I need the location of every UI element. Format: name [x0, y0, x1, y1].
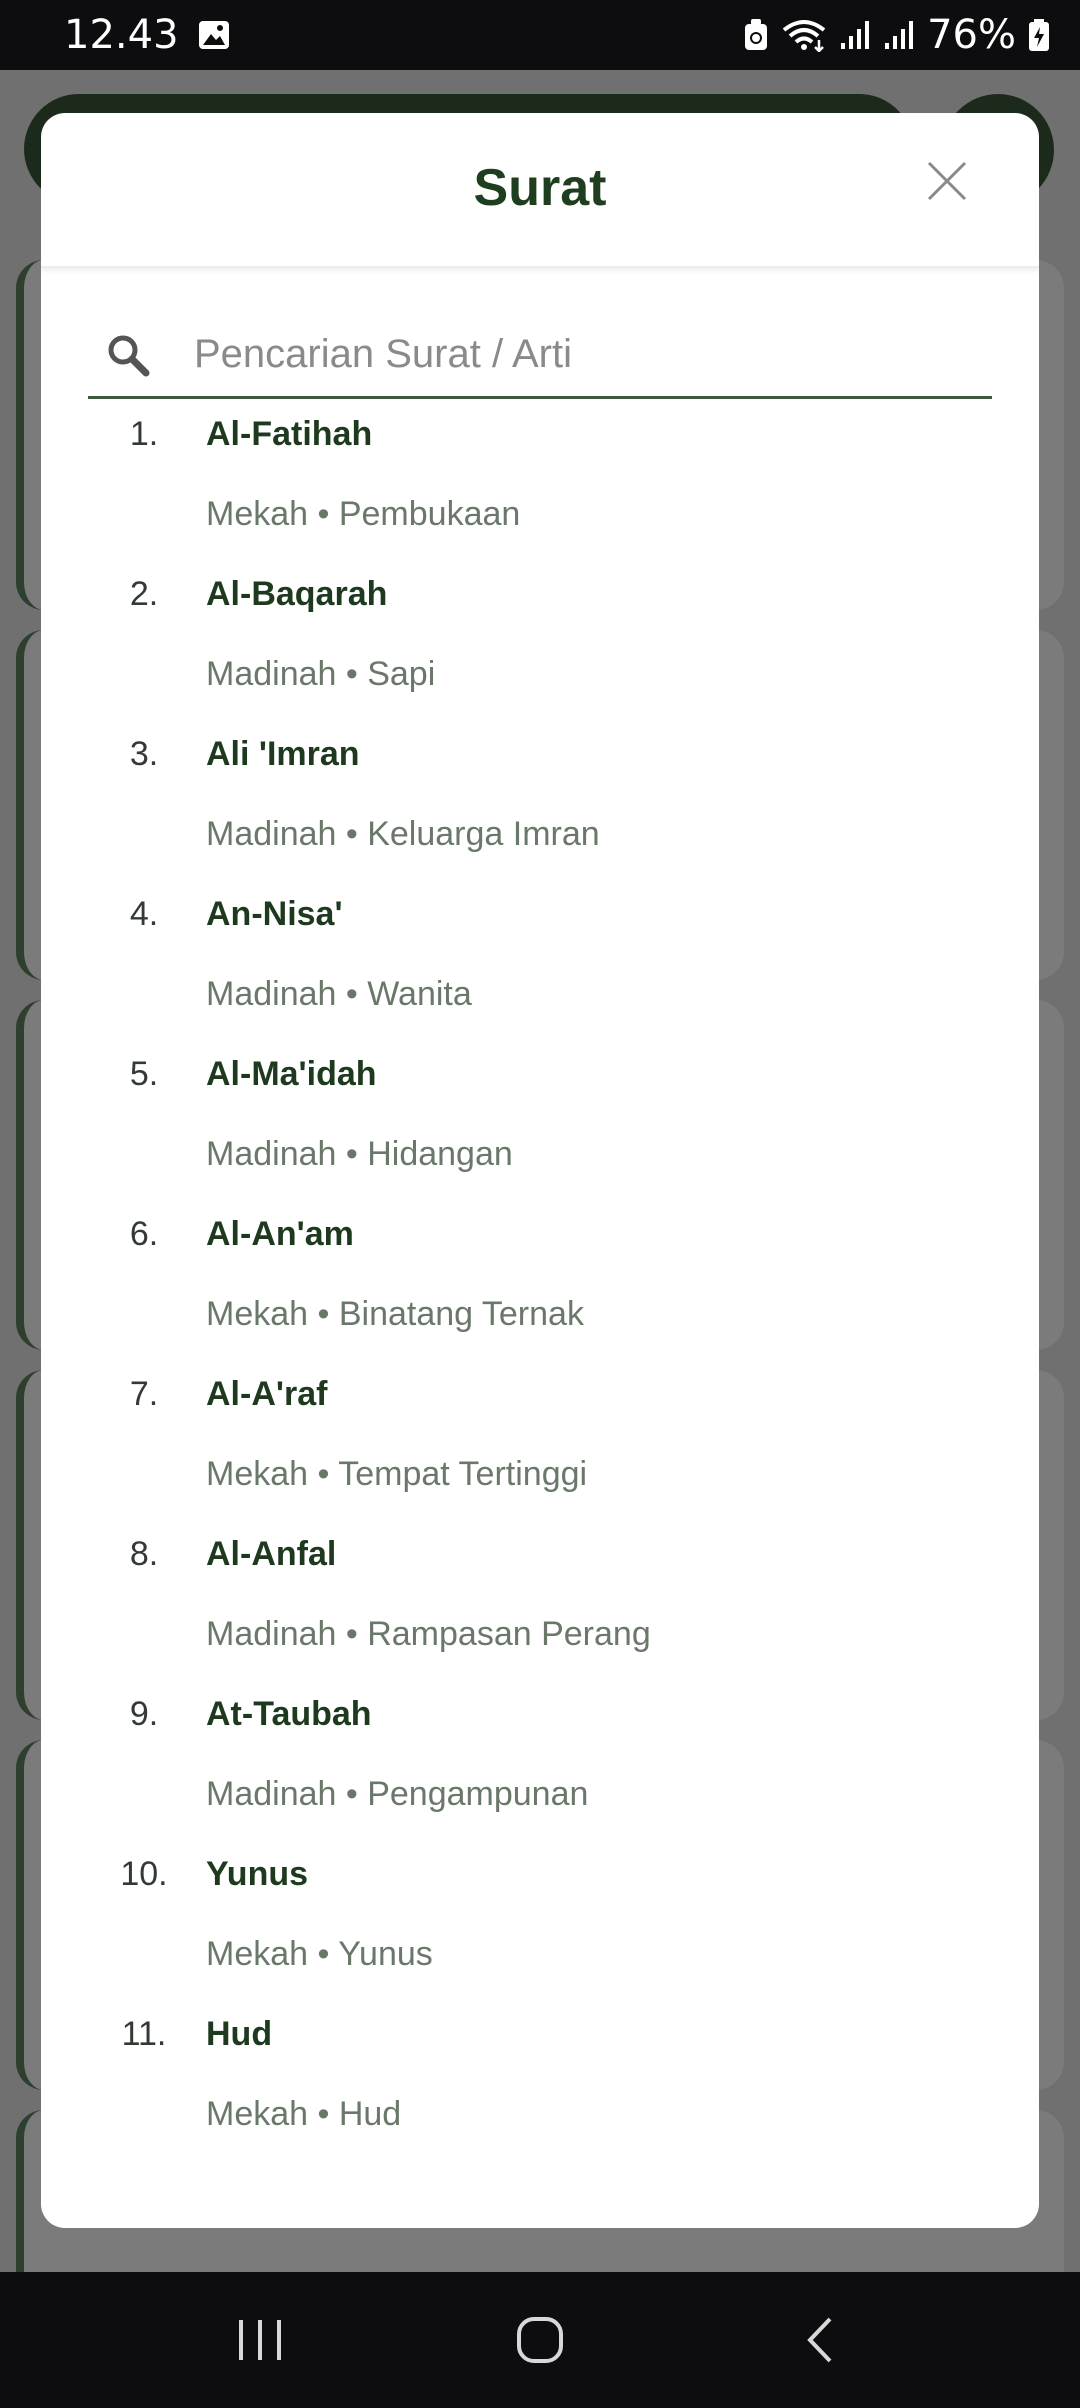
surah-list-item[interactable]: 2. Al-Baqarah Madinah • Sapi	[41, 561, 1039, 721]
surah-meta: Mekah • Pembukaan	[206, 495, 521, 533]
search-bar	[88, 313, 992, 399]
close-icon	[927, 161, 967, 201]
surah-number: 3.	[129, 735, 159, 773]
surah-list-item[interactable]: 5. Al-Ma'idah Madinah • Hidangan	[41, 1041, 1039, 1201]
search-input[interactable]	[194, 332, 954, 377]
surah-list-item[interactable]: 10. Yunus Mekah • Yunus	[41, 1841, 1039, 2001]
surah-meta: Madinah • Hidangan	[206, 1135, 513, 1173]
surah-meta: Mekah • Yunus	[206, 1935, 433, 1973]
back-icon	[807, 2317, 832, 2363]
surah-list-item[interactable]: 1. Al-Fatihah Mekah • Pembukaan	[41, 401, 1039, 561]
surah-list-item[interactable]: 11. Hud Mekah • Hud	[41, 2001, 1039, 2161]
surah-number: 2.	[129, 575, 159, 613]
surah-list-item[interactable]: 6. Al-An'am Mekah • Binatang Ternak	[41, 1201, 1039, 1361]
surah-meta: Mekah • Tempat Tertinggi	[206, 1455, 588, 1493]
surah-name: Yunus	[206, 1855, 309, 1893]
dialog-title: Surat	[473, 159, 607, 217]
close-button[interactable]	[919, 153, 975, 209]
surah-list-item[interactable]: 4. An-Nisa' Madinah • Wanita	[41, 881, 1039, 1041]
surah-number: 7.	[129, 1375, 159, 1413]
surah-number: 4.	[129, 895, 159, 933]
surah-name: Al-Baqarah	[206, 575, 388, 613]
battery-icon	[1028, 18, 1050, 52]
gallery-icon	[197, 18, 231, 52]
surah-name: Al-Fatihah	[206, 415, 373, 453]
surah-name: Ali 'Imran	[206, 735, 360, 773]
surah-name: Al-Anfal	[206, 1535, 337, 1573]
surah-list-item[interactable]: 8. Al-Anfal Madinah • Rampasan Perang	[41, 1521, 1039, 1681]
system-navigation-bar	[0, 2272, 1080, 2408]
surah-name: At-Taubah	[206, 1695, 372, 1733]
surah-meta: Madinah • Pengampunan	[206, 1775, 589, 1813]
battery-percent: 76%	[927, 12, 1016, 58]
dialog-header: Surat	[41, 113, 1039, 268]
surah-meta: Madinah • Wanita	[206, 975, 472, 1013]
surah-number: 9.	[129, 1695, 159, 1733]
surah-meta: Mekah • Binatang Ternak	[206, 1295, 584, 1333]
surah-list-item[interactable]: 3. Ali 'Imran Madinah • Keluarga Imran	[41, 721, 1039, 881]
surah-name: Al-Ma'idah	[206, 1055, 377, 1093]
recents-icon	[239, 2320, 281, 2360]
surah-meta: Mekah • Hud	[206, 2095, 402, 2133]
signal-icon	[839, 19, 871, 51]
surah-list-item[interactable]: 9. At-Taubah Madinah • Pengampunan	[41, 1681, 1039, 1841]
surah-picker-dialog: Surat 1. Al-Fatihah Mekah • Pembukaan 2. Al-…	[41, 113, 1039, 2228]
surah-meta: Madinah • Keluarga Imran	[206, 815, 600, 853]
surah-name: Al-A'raf	[206, 1375, 328, 1413]
back-button[interactable]	[775, 2295, 865, 2385]
surah-meta: Madinah • Rampasan Perang	[206, 1615, 651, 1653]
search-icon	[88, 333, 158, 377]
surah-meta: Madinah • Sapi	[206, 655, 436, 693]
surah-number: 11.	[121, 2015, 167, 2053]
surah-number: 8.	[129, 1535, 159, 1573]
status-bar: 12.43 76%	[0, 0, 1080, 70]
recents-button[interactable]	[215, 2295, 305, 2385]
status-time: 12.43	[64, 12, 179, 58]
surah-list: 1. Al-Fatihah Mekah • Pembukaan 2. Al-Baqara…	[41, 401, 1039, 2161]
signal-icon	[883, 19, 915, 51]
surah-number: 6.	[129, 1215, 159, 1253]
home-button[interactable]	[495, 2295, 585, 2385]
surah-number: 10.	[120, 1855, 168, 1893]
recycle-icon	[743, 18, 769, 52]
surah-number: 1.	[129, 415, 159, 453]
home-icon	[517, 2317, 563, 2363]
wifi-icon	[781, 18, 827, 52]
surah-name: Al-An'am	[206, 1215, 354, 1253]
surah-name: Hud	[206, 2015, 273, 2053]
surah-number: 5.	[129, 1055, 159, 1093]
surah-name: An-Nisa'	[206, 895, 343, 933]
surah-list-item[interactable]: 7. Al-A'raf Mekah • Tempat Tertinggi	[41, 1361, 1039, 1521]
